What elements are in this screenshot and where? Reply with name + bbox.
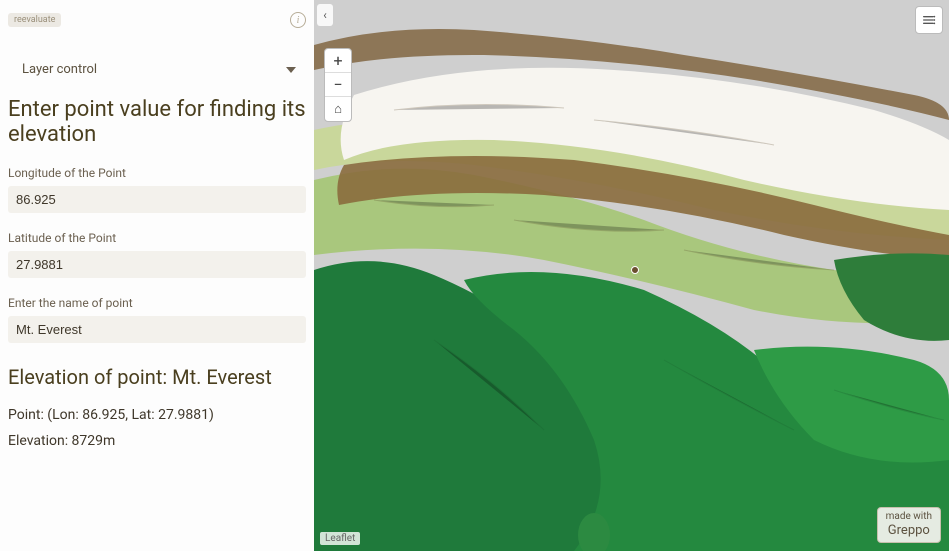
longitude-label: Longitude of the Point bbox=[8, 166, 306, 180]
reevaluate-button[interactable]: reevaluate bbox=[8, 13, 61, 27]
collapse-sidebar-button[interactable]: ‹ bbox=[317, 4, 333, 26]
result-point-line: Point: (Lon: 86.925, Lat: 27.9881) bbox=[8, 407, 306, 423]
madewith-prefix: made with bbox=[886, 511, 932, 523]
zoom-in-button[interactable]: + bbox=[325, 49, 351, 73]
sidebar-topbar: reevaluate i bbox=[8, 8, 306, 32]
form-heading: Enter point value for finding its elevat… bbox=[8, 97, 306, 148]
layers-icon bbox=[921, 12, 937, 28]
result-heading: Elevation of point: Mt. Everest bbox=[8, 365, 306, 389]
leaflet-attribution: Leaflet bbox=[320, 532, 360, 545]
chevron-left-icon: ‹ bbox=[323, 8, 327, 22]
zoom-out-button[interactable]: − bbox=[325, 73, 351, 97]
layer-control-dropdown[interactable]: Layer control bbox=[8, 56, 306, 83]
layers-toggle-button[interactable] bbox=[915, 6, 943, 34]
chevron-down-icon bbox=[286, 67, 296, 73]
pointname-input[interactable] bbox=[8, 316, 306, 343]
madewith-brand: Greppo bbox=[886, 523, 932, 539]
zoom-home-button[interactable]: ⌂ bbox=[325, 97, 351, 121]
madewith-badge[interactable]: made with Greppo bbox=[877, 507, 941, 543]
zoom-controls: + − ⌂ bbox=[324, 48, 352, 122]
info-icon[interactable]: i bbox=[290, 12, 306, 28]
latitude-input[interactable] bbox=[8, 251, 306, 278]
map-canvas[interactable]: ‹ + − ⌂ Leaflet made with Greppo bbox=[314, 0, 949, 551]
layer-control-label: Layer control bbox=[22, 62, 97, 77]
longitude-input[interactable] bbox=[8, 186, 306, 213]
latitude-label: Latitude of the Point bbox=[8, 231, 306, 245]
map-point-marker[interactable] bbox=[631, 266, 639, 274]
sidebar-panel: reevaluate i Layer control Enter point v… bbox=[0, 0, 314, 551]
app-root: reevaluate i Layer control Enter point v… bbox=[0, 0, 949, 551]
terrain-map-svg bbox=[314, 0, 949, 551]
pointname-label: Enter the name of point bbox=[8, 296, 306, 310]
result-elevation-line: Elevation: 8729m bbox=[8, 433, 306, 449]
